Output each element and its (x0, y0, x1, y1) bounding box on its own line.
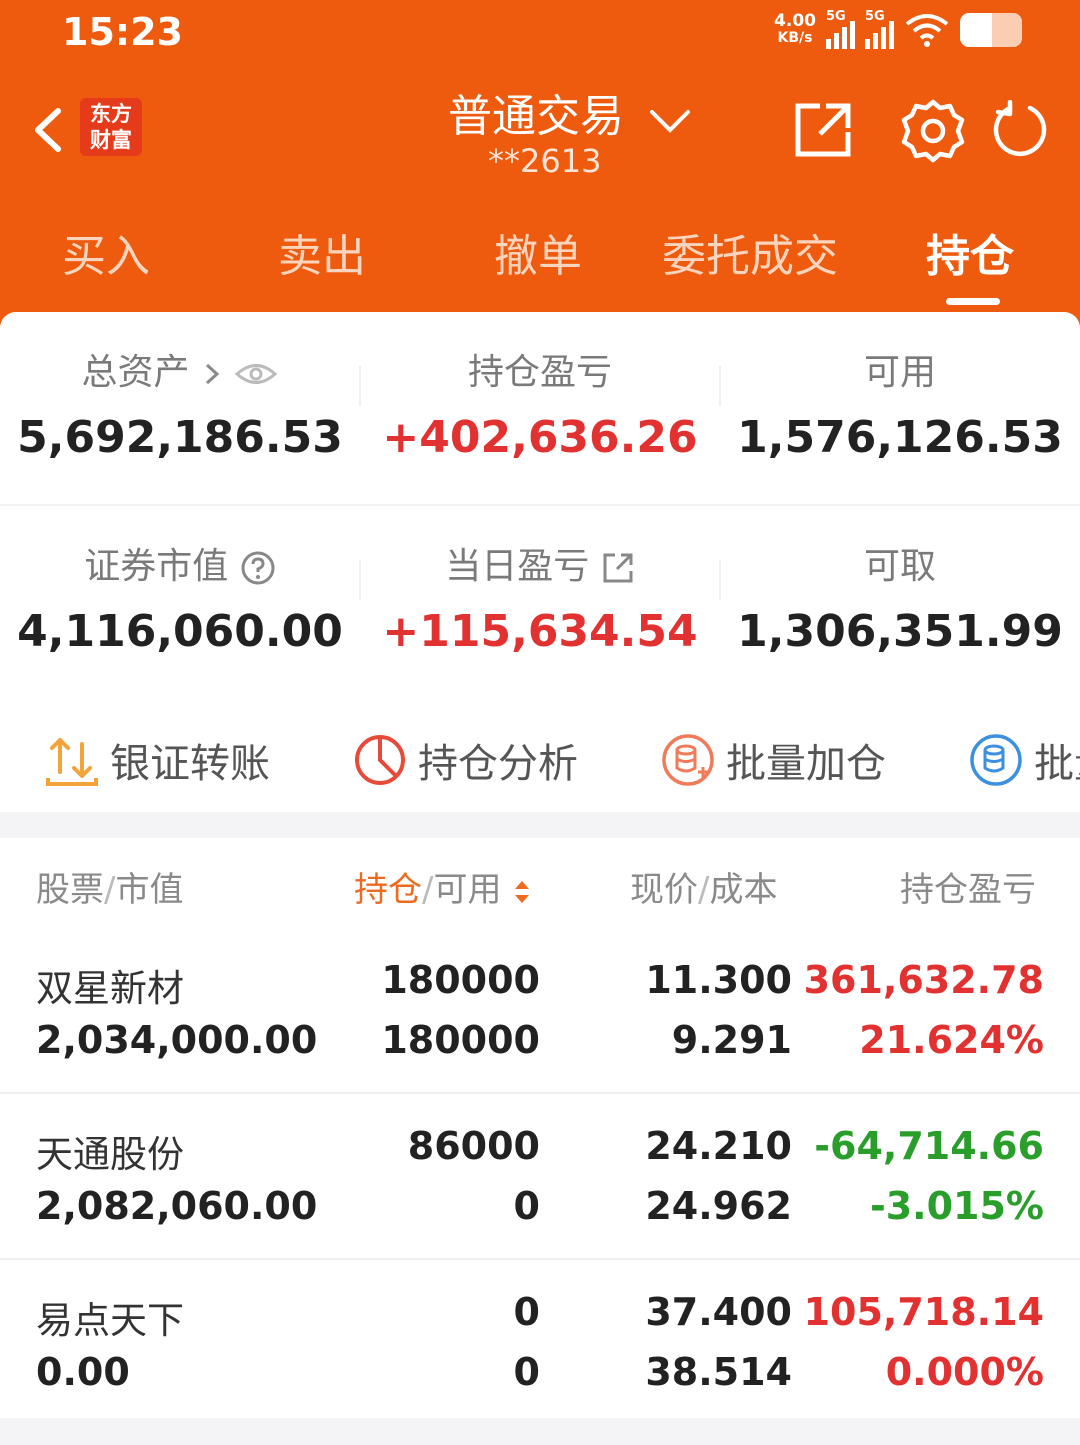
table-row[interactable]: 双星新材 2,034,000.00 180000 180000 11.300 9… (0, 928, 1080, 1094)
bank-transfer-button[interactable]: 银证转账 (44, 730, 270, 790)
tab-cancel[interactable]: 撤单 (494, 220, 582, 284)
transfer-icon (46, 738, 98, 786)
coin-stack-icon (970, 734, 1022, 786)
page-title[interactable]: 普通交易 (448, 80, 624, 144)
refresh-icon[interactable] (990, 100, 1048, 158)
table-row[interactable]: 天通股份 2,082,060.00 86000 0 24.210 24.962 … (0, 1094, 1080, 1260)
chevron-down-icon[interactable] (648, 100, 692, 140)
active-tab-indicator (946, 298, 1000, 305)
quick-actions: 银证转账 持仓分析 批量加仓 批量 (0, 712, 1080, 802)
securities-market-value: 证券市值 4,116,060.00 (17, 546, 343, 657)
divider (0, 504, 1080, 506)
brand-logo: 东方 财富 (80, 98, 142, 156)
tab-orders[interactable]: 委托成交 (662, 220, 838, 284)
signal-icon: 5G (826, 9, 855, 49)
available-funds: 可用 1,576,126.53 (737, 352, 1063, 463)
back-arrow-icon[interactable] (28, 105, 68, 155)
total-assets[interactable]: 总资产 5,692,186.53 (0, 348, 360, 463)
holdings-table: 股票/市值 持仓/可用 现价/成本 持仓盈亏 双星新材 2,034,000.00… (0, 838, 1080, 1428)
tab-sell[interactable]: 卖出 (278, 220, 366, 284)
tab-positions[interactable]: 持仓 (926, 220, 1014, 284)
coin-stack-add-icon (662, 734, 714, 786)
net-speed: 4.00 KB/s (774, 11, 816, 47)
help-icon[interactable] (240, 550, 276, 586)
column-header-stock: 股票/市值 (36, 870, 184, 910)
status-time: 15:23 (62, 10, 183, 54)
tab-buy[interactable]: 买入 (62, 220, 150, 284)
signal-icon: 5G (865, 9, 894, 49)
app-header: 15:23 4.00 KB/s 5G 5G 东方 财富 普通交易 **2613 (0, 0, 1080, 330)
position-analysis-button[interactable]: 持仓分析 (352, 730, 578, 790)
column-header-position[interactable]: 持仓/可用 (354, 862, 532, 911)
batch-add-button[interactable]: 批量加仓 (660, 730, 886, 790)
eye-icon[interactable] (234, 359, 278, 389)
table-row[interactable]: 易点天下 0.00 0 0 37.400 38.514 105,718.14 0… (0, 1260, 1080, 1426)
status-icons: 4.00 KB/s 5G 5G (774, 9, 1022, 50)
sort-icon (515, 880, 530, 903)
position-pnl: 持仓盈亏 +402,636.26 (382, 352, 698, 463)
gear-icon[interactable] (900, 98, 966, 164)
account-number: **2613 (488, 142, 602, 180)
trade-tabs: 买入 卖出 撤单 委托成交 持仓 (0, 220, 1080, 290)
column-header-pnl: 持仓盈亏 (900, 870, 1036, 910)
daily-pnl[interactable]: 当日盈亏 +115,634.54 (360, 542, 720, 657)
pie-chart-icon (355, 735, 405, 785)
column-header-price: 现价/成本 (630, 870, 778, 910)
wifi-icon (905, 14, 949, 47)
bottom-spacer (0, 1418, 1080, 1445)
external-link-icon (603, 553, 633, 583)
batch-reduce-button[interactable]: 批量 (968, 730, 1080, 790)
withdrawable-funds: 可取 1,306,351.99 (737, 546, 1063, 657)
share-icon[interactable] (792, 100, 854, 160)
chevron-right-icon (205, 363, 220, 385)
battery-icon (960, 13, 1022, 47)
account-summary: 总资产 5,692,186.53 持仓盈亏 +402,636.26 可用 1,5… (0, 312, 1080, 812)
